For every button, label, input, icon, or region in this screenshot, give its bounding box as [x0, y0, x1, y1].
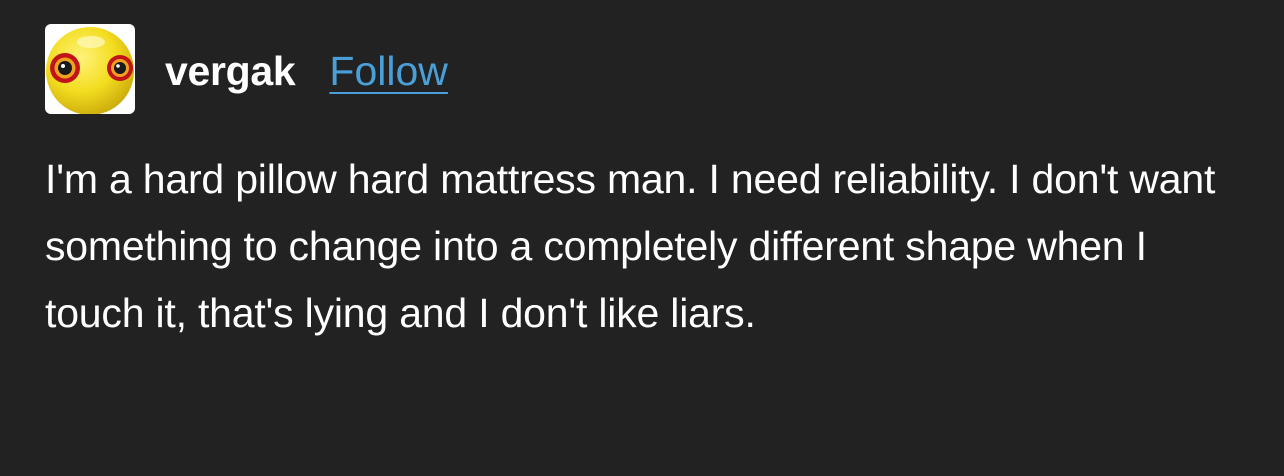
post-header: vergak Follow	[45, 23, 448, 115]
avatar[interactable]	[45, 24, 135, 114]
post-body-text: I'm a hard pillow hard mattress man. I n…	[45, 156, 1216, 336]
username[interactable]: vergak	[165, 48, 296, 95]
post-card: vergak Follow I'm a hard pillow hard mat…	[0, 0, 1284, 476]
yellow-eyeball-ball-avatar-icon	[45, 24, 135, 114]
follow-button[interactable]: Follow	[329, 48, 447, 95]
